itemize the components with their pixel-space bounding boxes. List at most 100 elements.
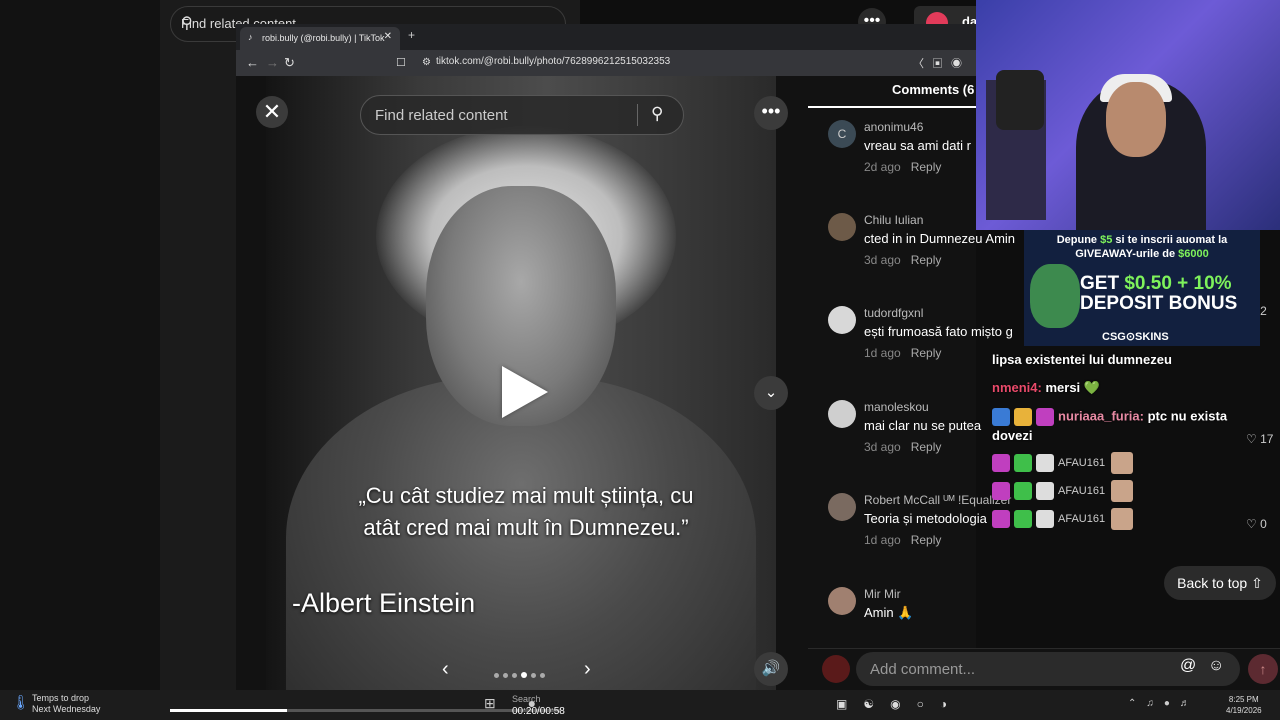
promo-banner[interactable]: Depune $5 si te inscrii auomat la GIVEAW… [1024,230,1260,346]
comment-meta [864,627,874,641]
comment-username[interactable]: anonimu46 [864,120,923,134]
background-sidebar [0,0,160,720]
tab-bar: ♪ robi.bully (@robi.bully) | TikTok ✕ + [236,24,976,50]
reply-button[interactable]: Reply [911,253,942,267]
quote-text: „Cu cât studiez mai mult știința, cu atâ… [358,483,694,540]
chat-emote-row: AFAU161 [992,480,1137,502]
comment-meta: 1d ago Reply [864,533,941,547]
tab-comments[interactable]: Comments (6 [892,82,974,97]
taskbar-search[interactable]: Search [512,694,541,704]
chevron-down-icon[interactable]: ⌄ [754,376,788,410]
comment-username[interactable]: Robert McCall ᵁᴹ !Equalizer [864,493,1011,507]
avatar [822,655,850,683]
slide-dot[interactable] [521,672,527,678]
add-comment-bar: @ ☺ ↑ [808,648,1280,693]
comment-text: Teoria și metodologia [864,511,987,526]
promo-mascot [1030,264,1080,328]
reply-button[interactable]: Reply [911,533,942,547]
volume-icon[interactable]: 🔊 [754,652,788,686]
more-options-button[interactable]: ••• [754,96,788,130]
comment-age: 1d ago [864,346,901,360]
taskbar: 🌡 Temps to drop Next Wednesday ⊞ ● Searc… [0,690,1280,720]
comment-meta: 3d ago Reply [864,253,941,267]
avatar[interactable] [828,213,856,241]
avatar[interactable] [828,587,856,615]
reply-button[interactable]: Reply [911,440,942,454]
comment-username[interactable]: Mir Mir [864,587,901,601]
reply-button[interactable]: Reply [911,346,942,360]
avatar[interactable]: C [828,120,856,148]
system-tray-icons[interactable]: ⌃♫●♬ [1128,698,1200,709]
like-count[interactable]: ♡ 17 [1246,432,1273,446]
taskbar-app-icons-right[interactable]: ▣☯◉○◑ [836,697,963,711]
slide-dot[interactable] [531,673,536,678]
slide-dot[interactable] [503,673,508,678]
system-clock[interactable]: 8:25 PM 4/19/2026 [1226,694,1262,716]
address-bar-row: ← → ↻ ☐ ⚙ tiktok.com/@robi.bully/photo/7… [236,50,976,76]
streamer-webcam [976,0,1280,230]
tab-tiktok[interactable]: ♪ robi.bully (@robi.bully) | TikTok ✕ [240,27,400,50]
reload-icon[interactable]: ↻ [284,55,295,71]
comment-age: 3d ago [864,440,901,454]
comment-text: Amin 🙏 [864,605,914,620]
comment-text: mai clar nu se putea [864,418,982,433]
extension-icons[interactable]: 〈▣◉ [913,55,970,71]
slide-dot[interactable] [512,673,517,678]
chat-emote-row: AFAU161 [992,452,1137,474]
weather-subtitle: Next Wednesday [32,704,101,714]
comment-text: ești frumoasă fato mișto g [864,324,1013,339]
comment-age: 3d ago [864,253,901,267]
comment-username[interactable]: tudordfgxnl [864,306,923,320]
new-tab-button[interactable]: + [408,28,415,42]
comment-meta: 2d ago Reply [864,160,941,174]
promo-brand: CSG⊙SKINS [1102,331,1169,343]
tab-title: robi.bully (@robi.bully) | TikTok [262,33,385,43]
bookmark-icon[interactable]: ☐ [396,56,406,69]
avatar[interactable] [828,400,856,428]
back-to-top-label: Back to top [1177,575,1248,591]
comment-text: vreau sa ami dati r [864,138,971,153]
search-icon[interactable]: ⚲ [651,104,663,124]
reply-button[interactable]: Reply [911,160,942,174]
slide-dot[interactable] [494,673,499,678]
like-count[interactable]: ♡ 0 [1246,517,1267,531]
slide-dot[interactable] [540,673,545,678]
forward-arrow-icon[interactable]: → [266,55,279,70]
comment-username[interactable]: manoleskou [864,400,929,414]
play-icon[interactable] [502,366,548,418]
weather-title: Temps to drop [32,693,90,703]
avatar[interactable] [828,493,856,521]
promo-headline: GET $0.50 + 10% DEPOSIT BONUS [1080,273,1238,314]
viewer-search-box[interactable]: Find related content ⚲ [360,95,684,135]
site-info-icon[interactable]: ⚙ [422,57,431,68]
video-timecode: 00:20/00:58 [512,706,565,717]
comment-meta: 3d ago Reply [864,440,941,454]
send-button[interactable]: ↑ [1248,654,1278,684]
prev-slide-icon[interactable]: ‹ [442,658,449,681]
comment-meta: 1d ago Reply [864,346,941,360]
url-field[interactable]: tiktok.com/@robi.bully/photo/76289962125… [436,56,670,67]
comment-text: cted in in Dumnezeu Amin [864,231,1016,246]
comment-age: 2d ago [864,160,901,174]
next-slide-icon[interactable]: › [584,658,591,681]
chat-emote-row: AFAU161 [992,508,1137,530]
comment-age: 1d ago [864,533,901,547]
chat-message: nuriaaa_furia: ptc nu exista [992,408,1227,426]
emoji-icon[interactable]: ☺ [1208,657,1224,675]
quote-author: -Albert Einstein [292,588,476,618]
chat-message-continued: dovezi [992,428,1033,443]
thermometer-icon: 🌡 [12,694,30,710]
microphone [996,70,1044,130]
avatar[interactable] [828,306,856,334]
close-viewer-button[interactable]: ✕ [256,96,288,128]
tiktok-favicon-icon: ♪ [248,32,253,42]
chat-message: nmeni4: mersi 💚 [992,380,1100,395]
viewer-search-placeholder: Find related content [375,107,508,124]
slide-indicator [492,665,547,683]
back-to-top-button[interactable]: Back to top ⇧ [1164,566,1276,600]
tab-close-icon[interactable]: ✕ [384,31,392,42]
back-arrow-icon[interactable]: ← [246,55,259,70]
mention-icon[interactable]: @ [1180,657,1196,675]
promo-top-text: Depune $5 si te inscrii auomat la GIVEAW… [1056,234,1228,260]
comment-username[interactable]: Chilu Iulian [864,213,923,227]
